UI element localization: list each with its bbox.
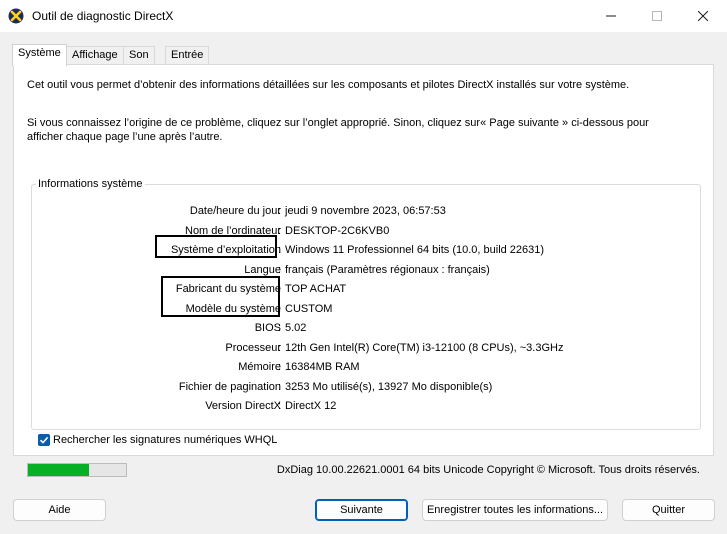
next-page-button[interactable]: Suivante — [315, 499, 408, 521]
quit-button[interactable]: Quitter — [622, 499, 715, 521]
minimize-button[interactable] — [588, 0, 634, 32]
row-colon: : — [278, 322, 282, 334]
info-row-bios: BIOS : 5.02 — [14, 320, 715, 336]
whql-checkbox-label: Rechercher les signatures numériques WHQ… — [53, 434, 278, 446]
progress-bar — [27, 463, 127, 477]
info-row-os: Système d’exploitation : Windows 11 Prof… — [14, 242, 715, 258]
tab-systeme[interactable]: Système — [12, 44, 67, 66]
row-label: Fichier de pagination — [178, 380, 281, 393]
tab-entree[interactable]: Entrée — [165, 46, 210, 64]
save-all-info-button[interactable]: Enregistrer toutes les informations... — [422, 499, 608, 521]
row-value: 5.02 — [285, 322, 307, 334]
row-colon: : — [278, 380, 282, 393]
row-value: DirectX 12 — [285, 400, 337, 412]
close-button[interactable] — [680, 0, 726, 32]
row-colon: : — [278, 205, 282, 217]
help-text: Si vous connaissez l’origine de ce probl… — [27, 117, 649, 143]
row-label: Processeur — [225, 341, 281, 354]
info-row-language: Langue : français (Paramètres régionaux … — [14, 262, 715, 278]
row-value: français (Paramètres régionaux : françai… — [285, 263, 490, 276]
info-row-directx-version: Version DirectX : DirectX 12 — [14, 398, 715, 414]
system-tab-panel: Cet outil vous permet d’obtenir des info… — [13, 64, 714, 456]
whql-checkbox[interactable] — [38, 434, 50, 446]
row-value: 12th Gen Intel(R) Core(TM) i3-12100 (8 C… — [285, 341, 564, 354]
info-row-processor: Processeur : 12th Gen Intel(R) Core(TM) … — [14, 340, 715, 356]
copyright-text: DxDiag 10.00.22621.0001 64 bits Unicode … — [276, 464, 700, 476]
row-value: DESKTOP-2C6KVB0 — [285, 224, 390, 237]
row-colon: : — [278, 224, 282, 237]
close-icon — [698, 11, 708, 21]
highlight-box-os — [155, 235, 277, 258]
row-colon: : — [278, 400, 282, 412]
info-row-memory: Mémoire : 16384MB RAM — [14, 359, 715, 375]
row-label: Version DirectX — [205, 400, 281, 412]
row-label: Date/heure du jour — [189, 205, 281, 217]
window-title: Outil de diagnostic DirectX — [32, 9, 174, 23]
intro-text: Cet outil vous permet d’obtenir des info… — [27, 79, 630, 91]
row-value: 16384MB RAM — [285, 361, 360, 373]
checkmark-icon — [39, 436, 49, 444]
tab-affichage[interactable]: Affichage — [66, 46, 124, 64]
row-value: 3253 Mo utilisé(s), 13927 Mo disponible(… — [285, 380, 493, 393]
info-row-pagefile: Fichier de pagination : 3253 Mo utilisé(… — [14, 379, 715, 395]
info-row-computer-name: Nom de l’ordinateur : DESKTOP-2C6KVB0 — [14, 223, 715, 239]
info-row-datetime: Date/heure du jour : jeudi 9 novembre 20… — [14, 203, 715, 219]
progress-fill — [28, 464, 89, 476]
row-value: Windows 11 Professionnel 64 bits (10.0, … — [285, 244, 545, 256]
row-value: TOP ACHAT — [285, 283, 347, 295]
row-value: CUSTOM — [285, 302, 333, 315]
title-bar: Outil de diagnostic DirectX — [0, 0, 727, 32]
row-colon: : — [278, 341, 282, 354]
row-colon: : — [278, 361, 282, 373]
directx-app-icon — [8, 8, 24, 24]
highlight-box-manufacturer-model — [161, 276, 280, 317]
group-title: Informations système — [36, 178, 145, 190]
row-value: jeudi 9 novembre 2023, 06:57:53 — [285, 205, 446, 217]
tab-son[interactable]: Son — [123, 46, 155, 64]
info-row-manufacturer: Fabricant du système : TOP ACHAT — [14, 281, 715, 297]
row-label: Mémoire — [238, 361, 281, 373]
row-colon: : — [278, 244, 282, 256]
help-button[interactable]: Aide — [13, 499, 106, 521]
info-row-model: Modèle du système : CUSTOM — [14, 301, 715, 317]
whql-checkbox-row[interactable]: Rechercher les signatures numériques WHQ… — [38, 433, 277, 447]
maximize-button[interactable] — [634, 0, 680, 32]
